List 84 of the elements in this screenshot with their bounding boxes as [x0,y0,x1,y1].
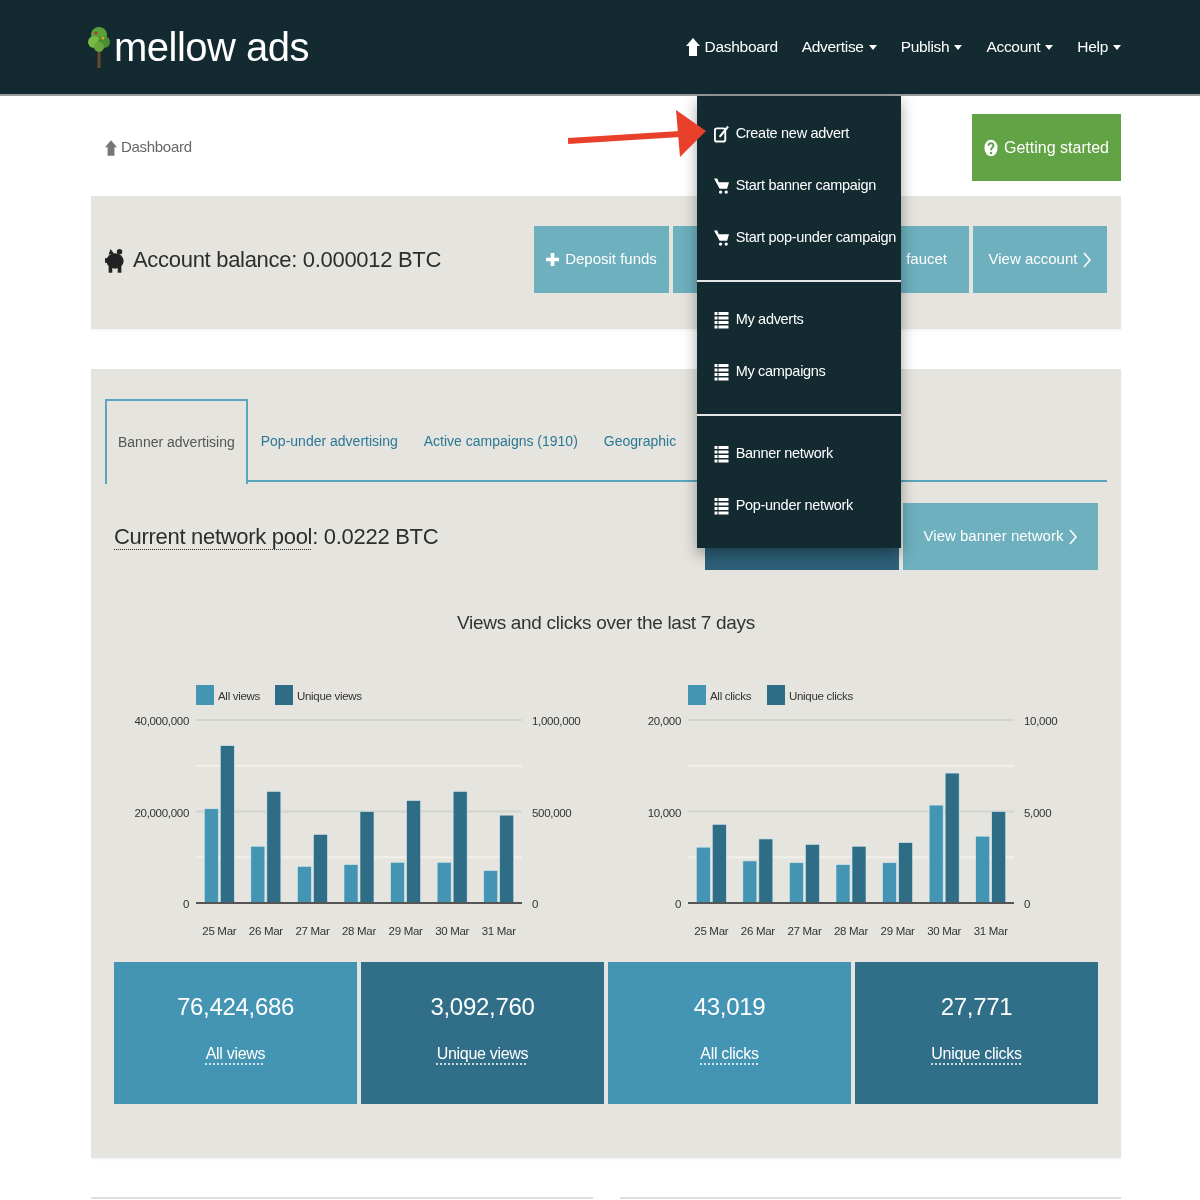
stat-value: 76,424,686 [175,992,296,1022]
stat-label: All views [205,1044,266,1064]
axis-tick-label: 500,000 [532,806,572,819]
tab[interactable]: Banner advertising [105,399,248,484]
axis-tick-label: 0 [182,898,189,910]
axis-tick-label: 10,000 [1024,715,1058,727]
menu-item[interactable]: Start banner campaign [696,160,901,212]
home-icon [105,138,117,157]
stat-label: Unique clicks [931,1044,1022,1064]
legend-label: All views [218,690,261,702]
home-icon [685,38,700,56]
nav-link[interactable]: Publish [900,27,963,67]
axis-tick-label: 20,000 [647,715,681,727]
stat-value: 3,092,760 [429,992,536,1022]
cart-icon [713,229,729,247]
category-label: 27 Mar [787,925,822,937]
caret-icon [954,44,963,50]
category-label: 30 Mar [435,925,470,937]
chart-bar [789,862,804,904]
stat-value: 43,019 [692,992,767,1022]
axis-tick-label: 40,000,000 [134,715,189,727]
breadcrumb-label: Dashboard [121,137,192,158]
caret-icon [1113,44,1121,50]
swatch-icon [196,685,214,705]
category-label: 29 Mar [880,925,915,937]
legend-label: Unique views [297,690,362,702]
nav-link[interactable]: Dashboard [685,27,778,67]
menu-item[interactable]: My adverts [696,294,901,346]
swatch-icon [688,685,706,705]
edit-icon [713,125,729,143]
axis-tick-label: 0 [1024,898,1031,910]
tree-icon [88,26,110,68]
swatch-icon [275,685,293,705]
chevron-right-icon [1083,251,1092,268]
menu-item[interactable]: My campaigns [696,346,901,398]
category-label: 27 Mar [295,925,330,937]
chart-bar [975,835,990,904]
axis-tick-label: 0 [674,898,681,910]
caret-icon [868,44,877,50]
nav-link[interactable]: Account [986,27,1054,67]
category-label: 28 Mar [342,925,376,937]
category-label: 29 Mar [388,925,423,937]
stat-label: All clicks [700,1044,759,1064]
category-label: 25 Mar [694,925,729,937]
tab[interactable]: Active campaigns (1910) [410,399,591,482]
axis-tick-label: 5,000 [1024,806,1052,819]
axis-tick-label: 10,000 [647,806,681,819]
list-icon [713,497,729,515]
category-label: 26 Mar [740,925,775,937]
tab[interactable]: Geographic [590,399,690,482]
category-label: 30 Mar [927,925,962,937]
axis-tick-label: 1,000,000 [532,715,581,727]
logo-text[interactable]: mellow ads [114,27,310,67]
category-label: 31 Mar [481,925,516,937]
cart-icon [713,177,729,195]
menu-item[interactable]: Create new advert [696,108,901,160]
pool-heading: Current network pool: 0.0222 BTC [114,523,439,551]
help-icon [984,138,998,157]
plus-icon [546,253,560,266]
stat-label: Unique views [436,1044,529,1064]
chart-title: Views and clicks over the last 7 days [456,611,756,635]
list-icon [713,311,729,329]
category-label: 28 Mar [834,925,868,937]
legend-label: Unique clicks [789,690,853,702]
chart-bar [696,846,711,904]
nav-link[interactable]: Advertise [801,27,877,67]
category-label: 26 Mar [248,925,283,937]
balance-text: Account balance: 0.000012 BTC [133,246,442,274]
axis-tick-label: 0 [532,898,539,910]
list-icon [713,363,729,381]
tab[interactable]: Pop-under advertising [247,399,411,482]
caret-icon [1045,44,1054,50]
axis-tick-label: 20,000,000 [134,806,189,819]
menu-item[interactable]: Banner network [696,428,901,480]
nav-link[interactable]: Help [1077,27,1121,67]
legend-label: All clicks [710,690,752,702]
chart-bar [805,844,820,904]
stat-value: 27,771 [939,992,1014,1022]
swatch-icon [767,685,785,705]
chevron-right-icon [1069,528,1078,545]
list-icon [713,445,729,463]
category-label: 31 Mar [973,925,1008,937]
menu-item[interactable]: Pop-under network [696,480,901,532]
category-label: 25 Mar [202,925,237,937]
